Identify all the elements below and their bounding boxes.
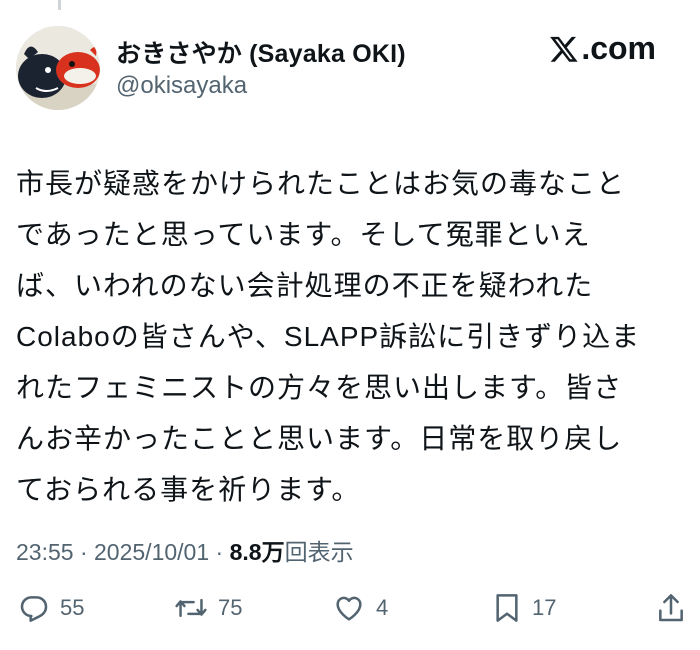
tweet-line: ば、いわれのない会計処理の不正を疑われた	[16, 270, 594, 301]
meta-separator: ·	[73, 539, 95, 565]
reply-count: 55	[60, 595, 85, 620]
avatar[interactable]	[16, 26, 100, 110]
view-count: 8.8万	[229, 539, 285, 565]
tweet-line: んお辛かったことと思います。日常を取り戻し	[16, 423, 623, 454]
whale-plush-avatar-icon	[16, 26, 100, 110]
x-logo-icon	[550, 36, 578, 62]
tweet-meta: 23:55 · 2025/10/01 · 8.8万回表示	[16, 533, 354, 567]
share-icon	[659, 594, 683, 622]
heart-icon	[336, 596, 362, 621]
bookmark-icon	[496, 594, 518, 622]
share-button[interactable]	[656, 592, 686, 624]
tweet-body: 市長が疑惑をかけられたことはお気の毒なこと であったと思っています。そして冤罪と…	[16, 158, 656, 515]
bookmark-button[interactable]: 17	[492, 592, 556, 624]
x-com-branding: .com	[549, 30, 656, 67]
site-label: .com	[581, 30, 656, 66]
like-count: 4	[376, 595, 389, 620]
tweet-date[interactable]: 2025/10/01	[94, 539, 209, 565]
tweet-line: れたフェミニストの方々を思い出します。皆さ	[16, 372, 623, 403]
author-display-name[interactable]: おきさやか (Sayaka OKI)	[116, 34, 406, 70]
repost-button[interactable]: 75	[174, 592, 242, 624]
repost-count: 75	[218, 595, 243, 620]
tweet-time[interactable]: 23:55	[16, 539, 74, 565]
view-count-label: 回表示	[284, 539, 354, 565]
tweet-line: 市長が疑惑をかけられたことはお気の毒なこと	[16, 168, 626, 199]
tweet-line: ておられる事を祈ります。	[16, 474, 361, 505]
meta-separator: ·	[209, 539, 230, 565]
tweet-line: Colaboの皆さんや、SLAPP訴訟に引きずり込ま	[16, 321, 641, 352]
reply-button[interactable]: 55	[18, 592, 84, 624]
repost-icon	[175, 598, 207, 618]
like-button[interactable]: 4	[332, 592, 388, 624]
reply-icon	[20, 596, 48, 622]
tweet-line: であったと思っています。そして冤罪といえ	[16, 219, 591, 250]
author-handle[interactable]: @okisayaka	[116, 72, 247, 100]
top-divider-mark	[58, 0, 61, 10]
bookmark-count: 17	[532, 595, 557, 620]
action-bar: 55 75 4 17	[16, 592, 686, 632]
